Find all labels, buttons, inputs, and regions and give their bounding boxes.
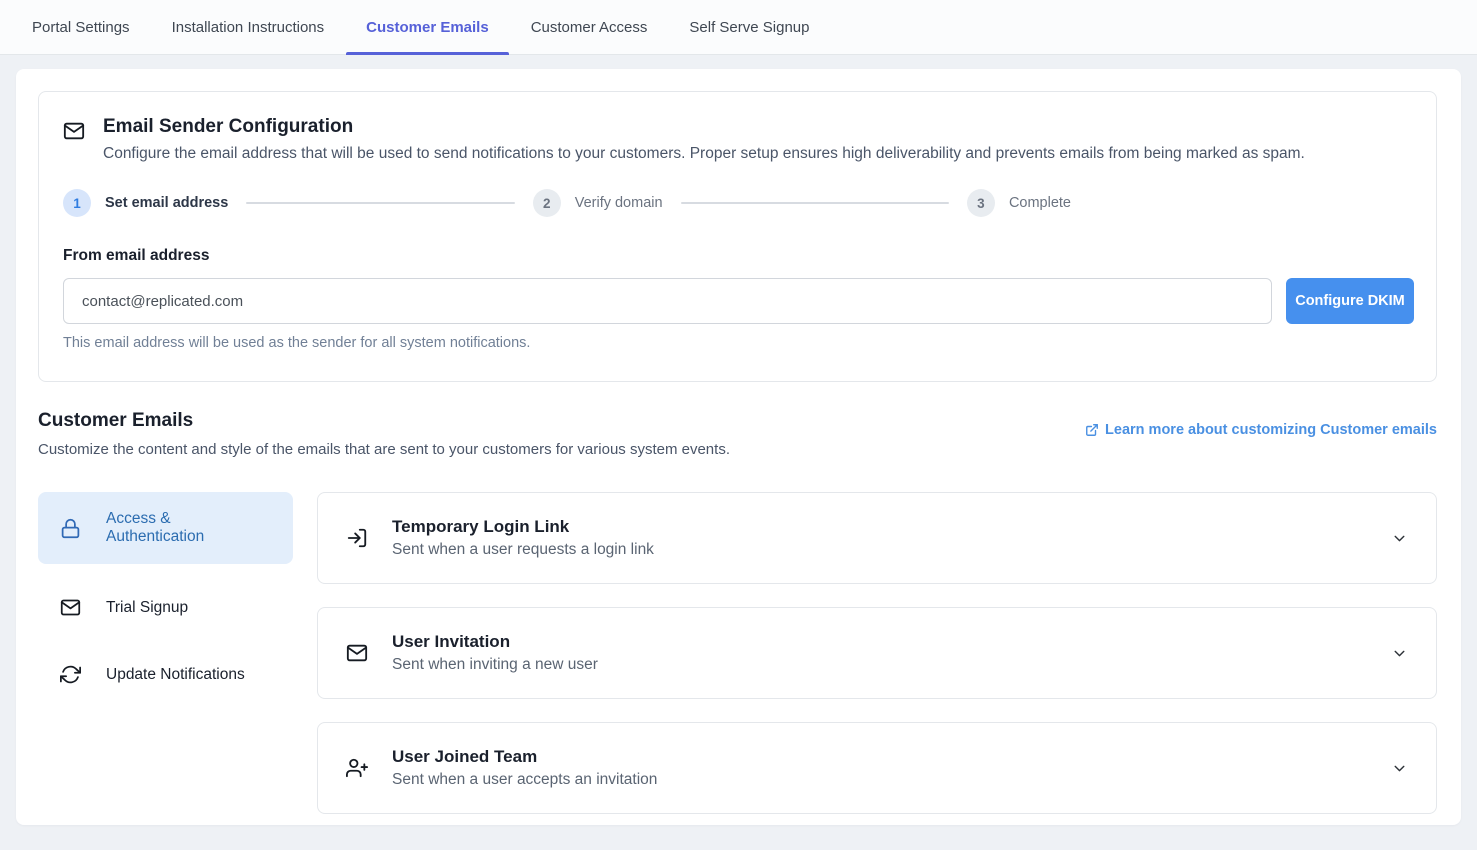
tab-installation-instructions[interactable]: Installation Instructions — [172, 0, 325, 55]
lock-icon — [60, 518, 81, 539]
email-card-temporary-login-link[interactable]: Temporary Login Link Sent when a user re… — [317, 492, 1437, 584]
external-link-icon — [1085, 423, 1099, 437]
from-email-helper-text: This email address will be used as the s… — [63, 335, 1414, 351]
learn-more-label: Learn more about customizing Customer em… — [1105, 422, 1437, 438]
email-category-list: Access & Authentication Trial Signup Upd… — [38, 492, 293, 698]
step-2-badge: 2 — [533, 189, 561, 217]
step-3-badge: 3 — [967, 189, 995, 217]
tab-customer-access[interactable]: Customer Access — [531, 0, 648, 55]
mail-icon — [346, 642, 368, 664]
chevron-down-icon[interactable] — [1391, 760, 1408, 777]
email-card-title: Temporary Login Link — [392, 517, 1367, 537]
category-trial-signup[interactable]: Trial Signup — [38, 584, 293, 631]
chevron-down-icon[interactable] — [1391, 530, 1408, 547]
from-email-input[interactable] — [63, 278, 1272, 324]
email-card-subtitle: Sent when inviting a new user — [392, 656, 1367, 674]
step-complete: 3 Complete — [967, 189, 1071, 217]
learn-more-link[interactable]: Learn more about customizing Customer em… — [1085, 422, 1437, 438]
tab-self-serve-signup[interactable]: Self Serve Signup — [689, 0, 809, 55]
from-email-label: From email address — [63, 247, 1414, 265]
category-label: Update Notifications — [106, 666, 245, 684]
sender-config-stepper: 1 Set email address 2 Verify domain 3 Co… — [63, 189, 1071, 217]
step-3-label: Complete — [1009, 195, 1071, 211]
tab-customer-emails[interactable]: Customer Emails — [366, 0, 489, 55]
email-template-list: Temporary Login Link Sent when a user re… — [317, 492, 1437, 814]
customer-emails-panel: Email Sender Configuration Configure the… — [16, 69, 1461, 825]
sender-config-title: Email Sender Configuration — [103, 116, 1305, 138]
email-card-user-joined-team[interactable]: User Joined Team Sent when a user accept… — [317, 722, 1437, 814]
chevron-down-icon[interactable] — [1391, 645, 1408, 662]
configure-dkim-button[interactable]: Configure DKIM — [1286, 278, 1414, 324]
tab-portal-settings[interactable]: Portal Settings — [32, 0, 130, 55]
login-icon — [346, 527, 368, 549]
mail-icon — [60, 597, 81, 618]
sender-config-description: Configure the email address that will be… — [103, 145, 1305, 163]
step-1-badge: 1 — [63, 189, 91, 217]
step-verify-domain: 2 Verify domain — [533, 189, 663, 217]
email-card-subtitle: Sent when a user accepts an invitation — [392, 771, 1367, 789]
step-1-label: Set email address — [105, 195, 228, 211]
refresh-icon — [60, 664, 81, 685]
email-card-user-invitation[interactable]: User Invitation Sent when inviting a new… — [317, 607, 1437, 699]
email-sender-configuration-card: Email Sender Configuration Configure the… — [38, 91, 1437, 382]
email-card-subtitle: Sent when a user requests a login link — [392, 541, 1367, 559]
step-connector — [681, 202, 949, 204]
user-plus-icon — [346, 757, 368, 779]
step-set-email-address: 1 Set email address — [63, 189, 228, 217]
mail-icon — [63, 120, 85, 163]
settings-tabbar: Portal Settings Installation Instruction… — [0, 0, 1477, 55]
category-label: Access & Authentication — [106, 510, 271, 546]
email-card-title: User Invitation — [392, 632, 1367, 652]
category-update-notifications[interactable]: Update Notifications — [38, 651, 293, 698]
customer-emails-title: Customer Emails — [38, 410, 730, 432]
step-2-label: Verify domain — [575, 195, 663, 211]
step-connector — [246, 202, 514, 204]
email-card-title: User Joined Team — [392, 747, 1367, 767]
category-access-authentication[interactable]: Access & Authentication — [38, 492, 293, 564]
customer-emails-description: Customize the content and style of the e… — [38, 441, 730, 458]
category-label: Trial Signup — [106, 599, 188, 617]
